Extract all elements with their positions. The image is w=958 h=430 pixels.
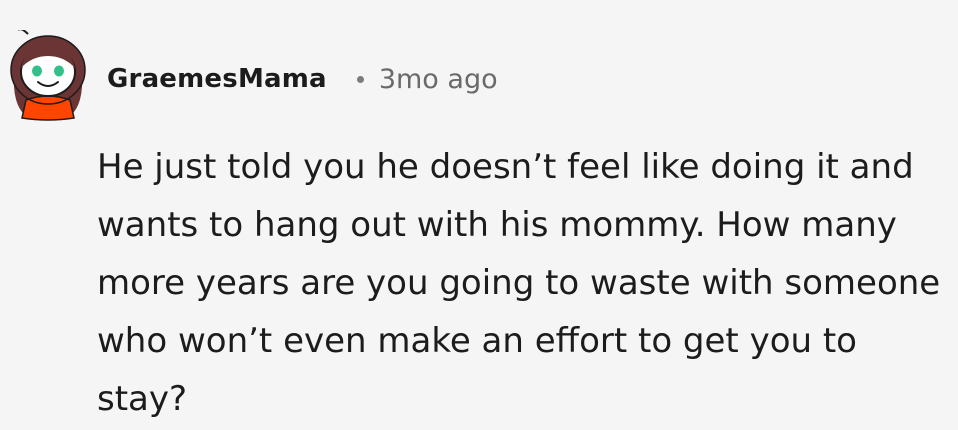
comment-timestamp[interactable]: 3mo ago <box>379 64 498 95</box>
separator-dot <box>356 75 364 83</box>
comment: GraemesMama 3mo ago He just told you he … <box>0 0 958 430</box>
snoo-avatar-icon <box>10 30 86 121</box>
user-avatar[interactable] <box>4 30 92 122</box>
username-link[interactable]: GraemesMama <box>107 64 327 94</box>
comment-body: He just told you he doesn’t feel like do… <box>97 147 941 419</box>
comment-header: GraemesMama 3mo ago <box>107 56 498 102</box>
